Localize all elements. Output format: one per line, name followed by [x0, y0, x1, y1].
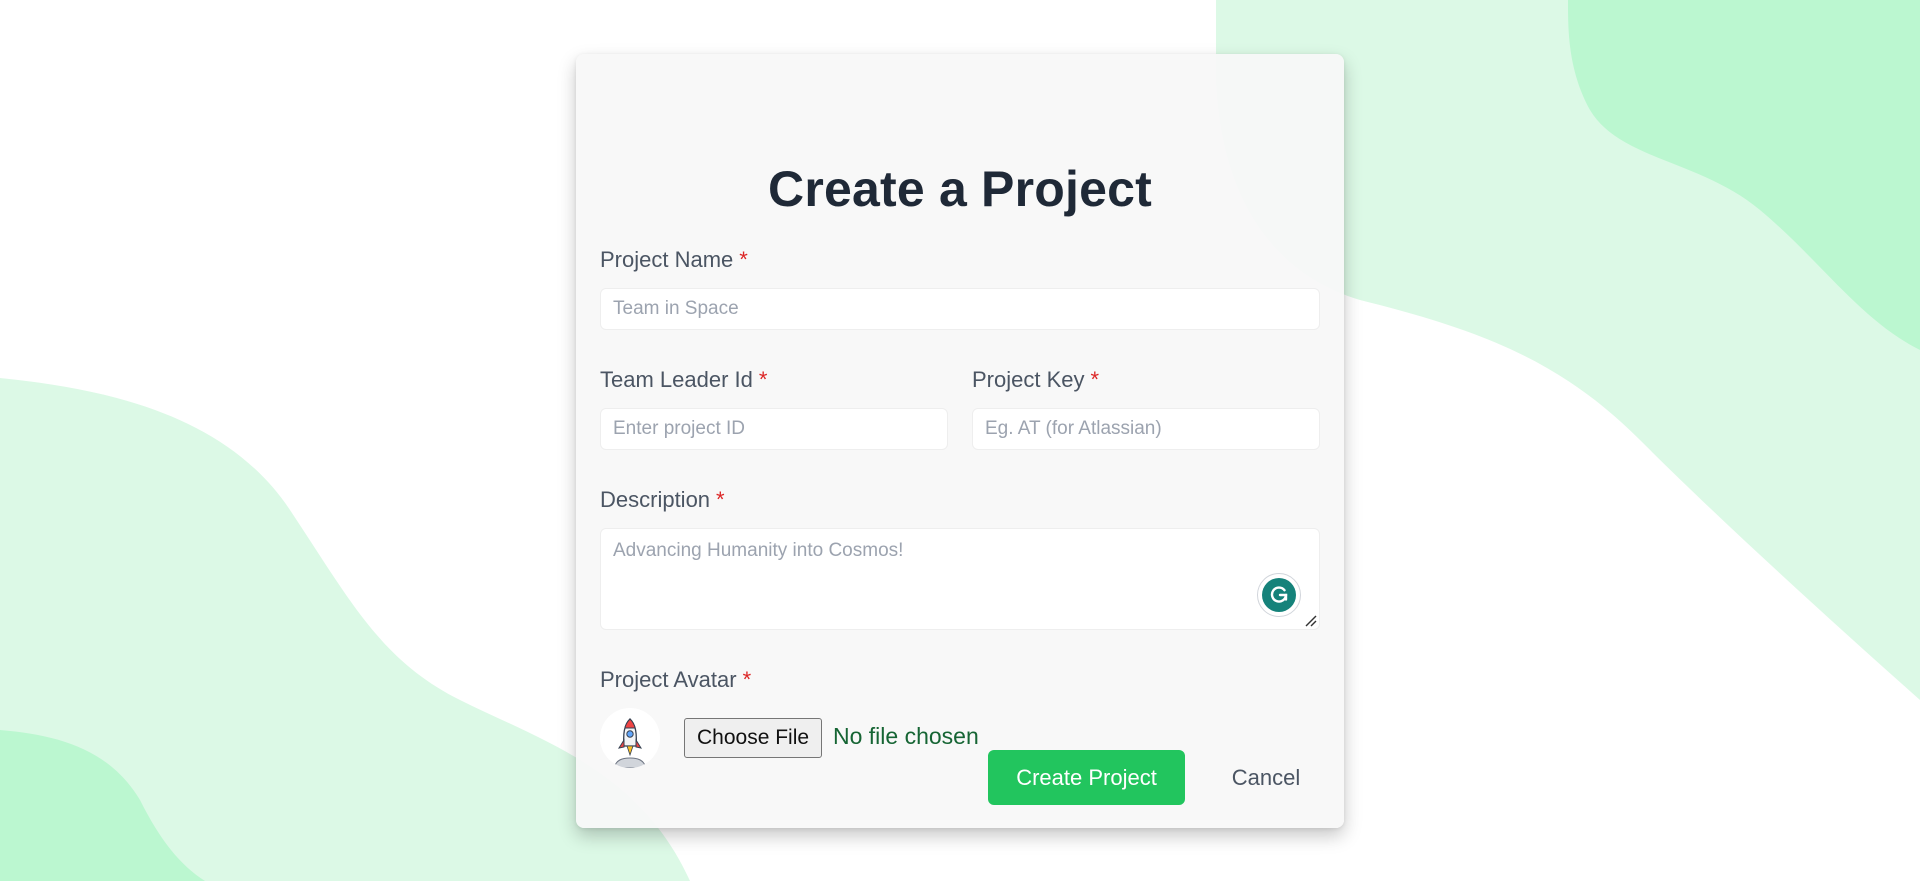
description-textarea[interactable]	[600, 528, 1320, 630]
project-name-input[interactable]	[600, 288, 1320, 330]
required-marker: *	[1090, 367, 1100, 392]
grammarly-icon[interactable]	[1257, 573, 1301, 617]
required-marker: *	[739, 247, 748, 272]
grammarly-g-glyph	[1270, 586, 1288, 603]
team-leader-id-input[interactable]	[600, 408, 948, 450]
team-leader-id-label-text: Team Leader Id	[600, 367, 753, 392]
project-avatar-label: Project Avatar *	[600, 667, 751, 693]
grammarly-badge	[1262, 578, 1296, 612]
team-leader-id-label: Team Leader Id *	[600, 367, 767, 393]
choose-file-button[interactable]: Choose File	[684, 718, 823, 758]
create-project-card: Create a Project Project Name* Team Lead…	[576, 54, 1344, 828]
required-marker: *	[716, 487, 725, 512]
file-status-text: No file chosen	[833, 723, 979, 749]
page-title: Create a Project	[768, 161, 1152, 217]
project-key-label-text: Project Key	[972, 367, 1085, 392]
required-marker: *	[742, 667, 752, 692]
avatar	[600, 708, 660, 768]
project-name-label-text: Project Name	[600, 247, 734, 272]
project-key-label: Project Key *	[972, 367, 1099, 393]
project-avatar-label-text: Project Avatar	[600, 667, 737, 692]
description-label: Description *	[600, 487, 725, 513]
project-name-label: Project Name *	[600, 247, 748, 273]
description-label-text: Description	[600, 487, 711, 512]
rocket-icon	[613, 718, 647, 768]
project-key-input[interactable]	[972, 408, 1320, 450]
required-marker: *	[758, 367, 768, 392]
create-project-button[interactable]: Create Project	[988, 750, 1185, 805]
resize-grip-icon[interactable]	[1303, 613, 1317, 627]
cancel-button[interactable]: Cancel	[1212, 750, 1320, 805]
